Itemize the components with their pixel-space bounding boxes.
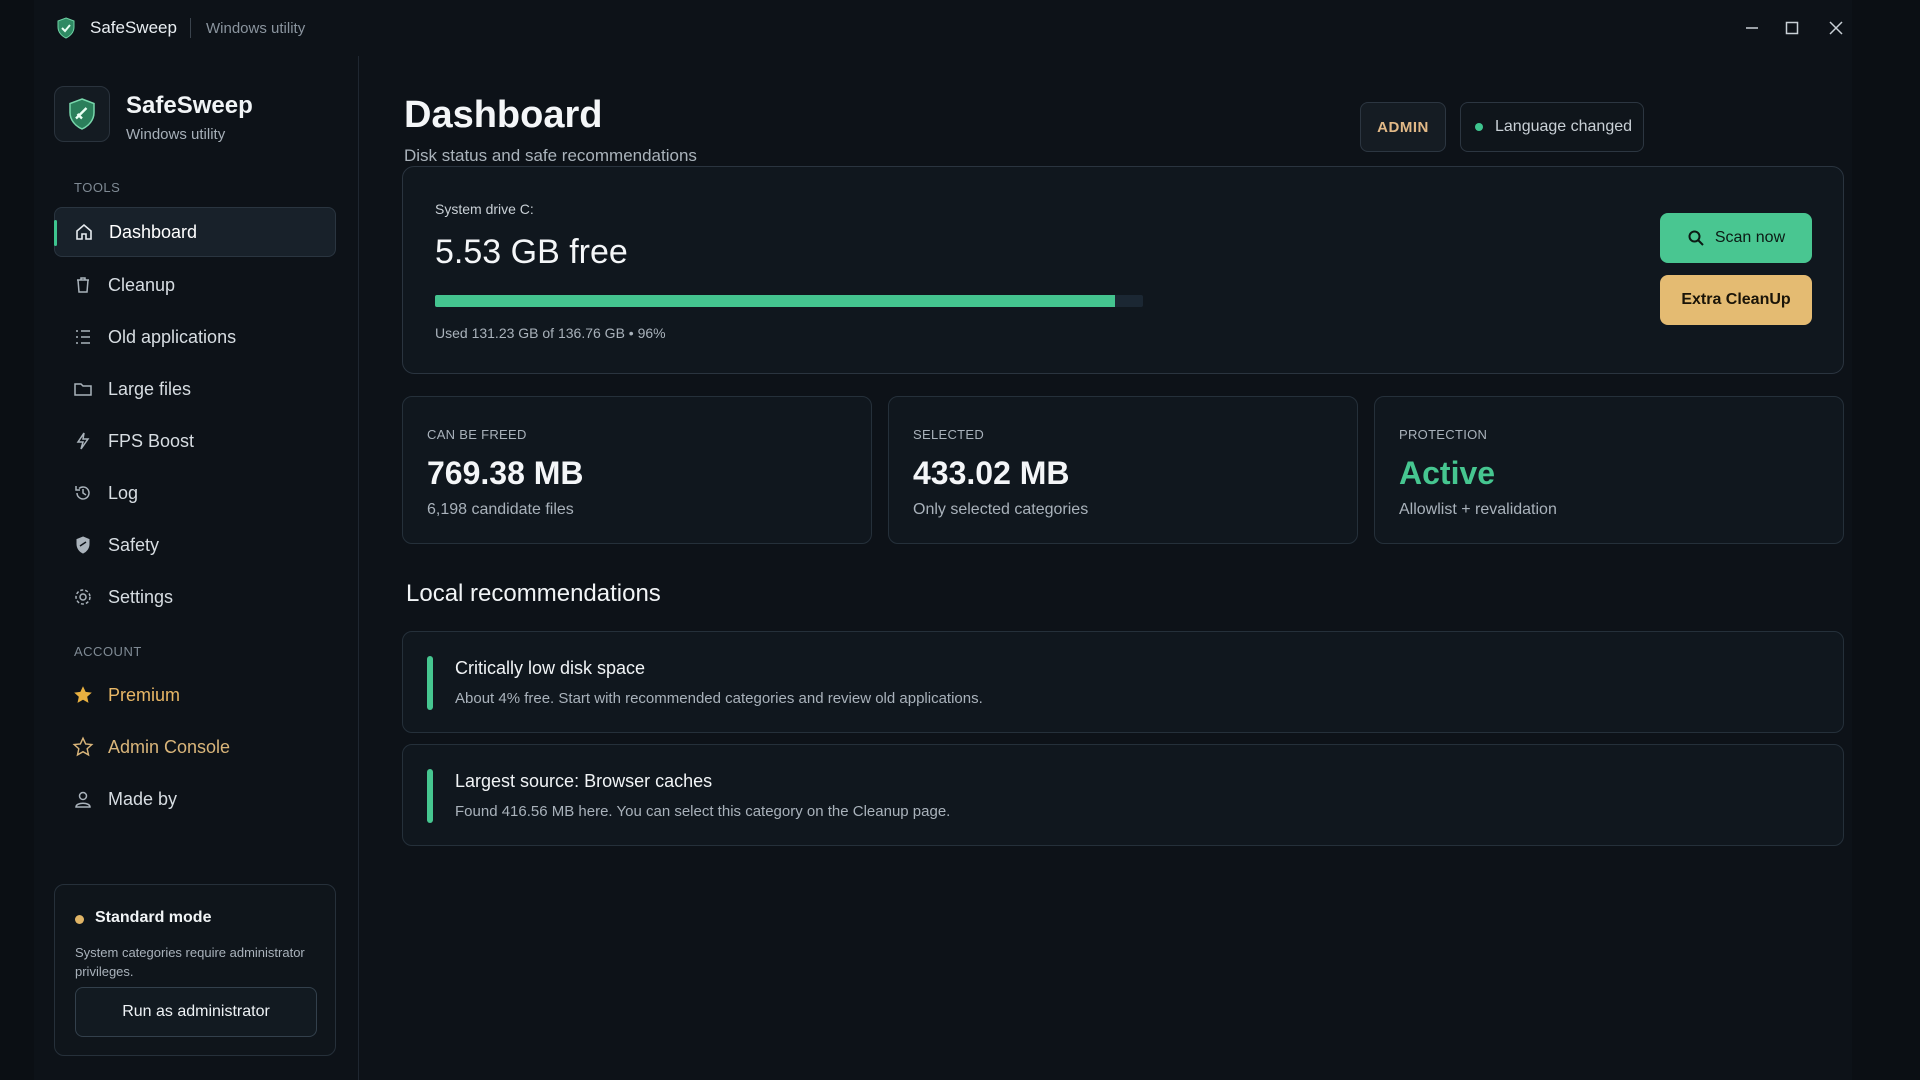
admin-badge: ADMIN	[1360, 102, 1446, 152]
recommendation-title: Largest source: Browser caches	[455, 771, 713, 791]
drive-card: System drive C: 5.53 GB free Used 131.23…	[402, 166, 1844, 374]
history-icon	[72, 482, 94, 504]
recommendation-description: Found 416.56 MB here. You can select thi…	[455, 803, 951, 820]
sidebar-item-safety[interactable]: Safety	[54, 520, 336, 570]
minimize-button[interactable]	[1738, 14, 1766, 42]
home-icon	[73, 221, 95, 243]
brand-name: SafeSweep	[126, 92, 253, 119]
maximize-icon	[1785, 21, 1799, 35]
recommendation-description: About 4% free. Start with recommended ca…	[455, 690, 983, 707]
stat-value: 769.38 MB	[427, 455, 584, 491]
stat-card-protection: PROTECTION Active Allowlist + revalidati…	[1374, 396, 1844, 544]
sidebar-item-premium[interactable]: Premium	[54, 670, 336, 720]
minimize-icon	[1746, 27, 1758, 29]
titlebar-subtitle: Windows utility	[206, 20, 306, 37]
sidebar-item-fps-boost[interactable]: FPS Boost	[54, 416, 336, 466]
drive-used-text: Used 131.23 GB of 136.76 GB • 96%	[435, 325, 666, 341]
stat-label: PROTECTION	[1399, 427, 1488, 442]
trash-icon	[72, 274, 94, 296]
sidebar-item-label: Safety	[108, 534, 160, 555]
app-window: SafeSweep Windows utility SafeSweep Wind…	[34, 0, 1852, 1080]
run-as-administrator-button[interactable]: Run as administrator	[75, 987, 317, 1037]
stat-card-selected: SELECTED 433.02 MB Only selected categor…	[888, 396, 1358, 544]
page-subtitle: Disk status and safe recommendations	[404, 146, 697, 165]
folder-icon	[72, 378, 94, 400]
status-text: Language changed	[1495, 118, 1633, 135]
lightning-icon	[72, 430, 94, 452]
close-button[interactable]	[1822, 14, 1850, 42]
mode-card: Standard mode System categories require …	[54, 884, 336, 1056]
sidebar-item-admin-console[interactable]: Admin Console	[54, 722, 336, 772]
mode-title: Standard mode	[95, 909, 212, 926]
stat-description: 6,198 candidate files	[427, 501, 574, 518]
sidebar-item-label: Dashboard	[109, 221, 198, 242]
disk-usage-fill	[435, 295, 1115, 307]
main-content: Dashboard Disk status and safe recommend…	[360, 56, 1852, 1080]
star-outline-icon	[72, 736, 94, 758]
recommendation-accent-bar	[427, 769, 433, 823]
titlebar-divider	[190, 18, 191, 38]
stat-value: 433.02 MB	[913, 455, 1070, 491]
extra-cleanup-button[interactable]: Extra CleanUp	[1660, 275, 1812, 325]
recommendations-heading: Local recommendations	[406, 580, 661, 607]
sidebar-item-label: Made by	[108, 788, 178, 809]
sidebar-item-log[interactable]: Log	[54, 468, 336, 518]
stat-card-can-be-freed: CAN BE FREED 769.38 MB 6,198 candidate f…	[402, 396, 872, 544]
drive-free-space: 5.53 GB free	[435, 233, 628, 271]
shield-broom-icon	[69, 98, 95, 130]
sidebar-item-label: Cleanup	[108, 274, 176, 295]
sidebar-item-large-files[interactable]: Large files	[54, 364, 336, 414]
sidebar-item-settings[interactable]: Settings	[54, 572, 336, 622]
stat-label: SELECTED	[913, 427, 985, 442]
gear-icon	[72, 586, 94, 608]
stat-description: Only selected categories	[913, 501, 1089, 518]
star-filled-icon	[72, 684, 94, 706]
list-icon	[72, 326, 94, 348]
sidebar-item-label: Log	[108, 482, 139, 503]
mode-status-dot	[75, 915, 84, 924]
search-icon	[1688, 230, 1704, 246]
recommendation-card[interactable]: Critically low disk space About 4% free.…	[402, 631, 1844, 733]
mode-description: System categories require administrator …	[75, 945, 305, 979]
user-icon	[72, 788, 94, 810]
sidebar-item-label: Large files	[108, 378, 192, 399]
recommendation-accent-bar	[427, 656, 433, 710]
stat-value: Active	[1399, 455, 1496, 491]
drive-label: System drive C:	[435, 201, 534, 217]
shield-logo-icon	[57, 17, 75, 39]
sidebar-item-label: Settings	[108, 586, 174, 607]
sidebar-item-label: FPS Boost	[108, 430, 195, 451]
brand-logo	[54, 86, 110, 142]
titlebar-app-name: SafeSweep	[90, 18, 177, 37]
stat-label: CAN BE FREED	[427, 427, 527, 442]
page-title: Dashboard	[404, 94, 603, 136]
sidebar-item-old-applications[interactable]: Old applications	[54, 312, 336, 362]
sidebar-item-label: Admin Console	[108, 736, 231, 757]
recommendation-card[interactable]: Largest source: Browser caches Found 416…	[402, 744, 1844, 846]
status-dot	[1475, 123, 1483, 131]
tools-section-label: TOOLS	[74, 180, 121, 195]
status-pill: Language changed	[1460, 102, 1644, 152]
sidebar-item-dashboard[interactable]: Dashboard	[54, 207, 336, 257]
maximize-button[interactable]	[1778, 14, 1806, 42]
sidebar-item-label: Old applications	[108, 326, 237, 347]
brand-subtitle: Windows utility	[126, 126, 226, 143]
scan-now-label: Scan now	[1714, 229, 1786, 246]
stat-description: Allowlist + revalidation	[1399, 501, 1557, 518]
recommendation-title: Critically low disk space	[455, 658, 646, 678]
scan-now-button[interactable]: Scan now	[1660, 213, 1812, 263]
sidebar: SafeSweep Windows utility TOOLS Dashboar…	[34, 56, 359, 1080]
sidebar-item-label: Premium	[108, 684, 181, 705]
title-bar: SafeSweep Windows utility	[34, 0, 1852, 56]
close-icon	[1829, 21, 1843, 35]
shield-icon	[72, 534, 94, 556]
account-section-label: ACCOUNT	[74, 644, 142, 659]
disk-usage-bar	[435, 295, 1143, 307]
sidebar-item-cleanup[interactable]: Cleanup	[54, 260, 336, 310]
sidebar-item-made-by[interactable]: Made by	[54, 774, 336, 824]
